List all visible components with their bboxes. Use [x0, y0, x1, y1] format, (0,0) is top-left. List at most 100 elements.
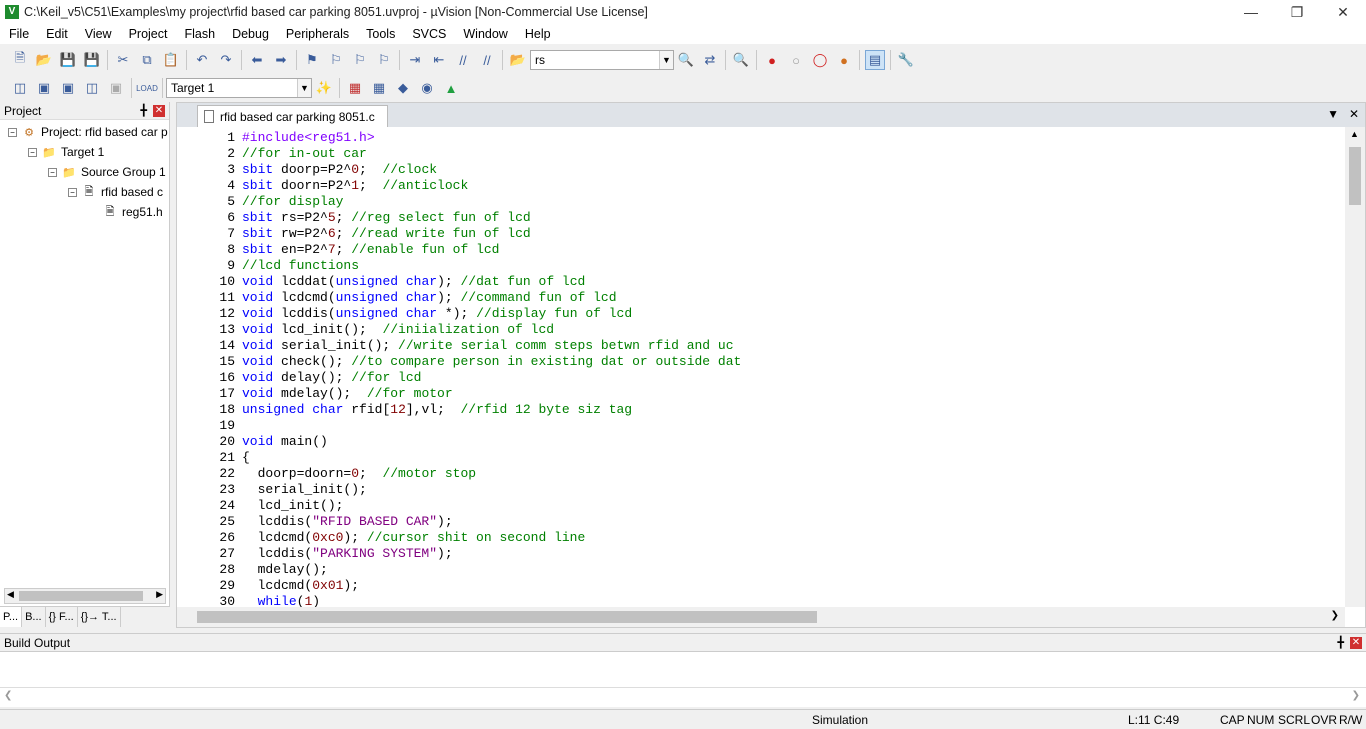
code-line[interactable]: 28 mdelay();	[177, 562, 1345, 578]
find-in-files-icon[interactable]: 📂	[508, 50, 528, 70]
code-text[interactable]: sbit rs=P2^5; //reg select fun of lcd	[242, 210, 531, 226]
close-icon[interactable]: ✕	[1320, 0, 1366, 24]
scroll-thumb[interactable]	[197, 611, 817, 623]
code-line[interactable]: 19	[177, 418, 1345, 434]
menu-flash[interactable]: Flash	[175, 27, 223, 41]
code-line[interactable]: 14 void serial_init(); //write serial com…	[177, 338, 1345, 354]
window-layout-icon[interactable]: ▤	[865, 50, 885, 70]
code-line[interactable]: 21 {	[177, 450, 1345, 466]
code-text[interactable]: void main()	[242, 434, 328, 450]
chevron-down-icon[interactable]: ▼	[659, 51, 673, 69]
code-text[interactable]: serial_init();	[242, 482, 367, 498]
breakpoint-enable-icon[interactable]: ○	[786, 50, 806, 70]
code-line[interactable]: 10 void lcddat(unsigned char); //dat fun …	[177, 274, 1345, 290]
target-options-icon[interactable]: ✨	[314, 78, 334, 98]
save-all-icon[interactable]: 💾	[82, 50, 102, 70]
translate-icon[interactable]: ◫	[10, 78, 30, 98]
uncomment-icon[interactable]: //	[477, 50, 497, 70]
stop-build-icon[interactable]: ▣	[106, 78, 126, 98]
code-line[interactable]: 15 void check(); //to compare person in e…	[177, 354, 1345, 370]
code-line[interactable]: 2 //for in-out car	[177, 146, 1345, 162]
tree-item-source-file[interactable]: − 🗎 rfid based c	[68, 182, 163, 202]
code-text[interactable]: lcd_init();	[242, 498, 344, 514]
scroll-left-icon[interactable]: ❮	[4, 690, 12, 701]
code-text[interactable]: while(1)	[242, 594, 320, 608]
code-text[interactable]: void check(); //to compare person in exi…	[242, 354, 741, 370]
close-tab-icon[interactable]: ✕	[1349, 107, 1359, 121]
undo-icon[interactable]: ↶	[192, 50, 212, 70]
copy-icon[interactable]: ⧉	[137, 50, 157, 70]
code-text[interactable]: sbit doorp=P2^0; //clock	[242, 162, 437, 178]
find-combo[interactable]: rs ▼	[530, 50, 674, 70]
comment-icon[interactable]: //	[453, 50, 473, 70]
pin-icon[interactable]: ╋	[140, 104, 147, 117]
code-line[interactable]: 8 sbit en=P2^7; //enable fun of lcd	[177, 242, 1345, 258]
tab-functions[interactable]: {} F...	[46, 607, 78, 627]
code-text[interactable]: //for in-out car	[242, 146, 367, 162]
code-text[interactable]: void delay(); //for lcd	[242, 370, 421, 386]
restore-icon[interactable]: ❐	[1274, 0, 1320, 24]
replace-icon[interactable]: ⇄	[700, 50, 720, 70]
menu-tools[interactable]: Tools	[357, 27, 403, 41]
code-text[interactable]: lcdcmd(0xc0); //cursor shit on second li…	[242, 530, 586, 546]
find-icon[interactable]: 🔍	[676, 50, 696, 70]
menu-window[interactable]: Window	[454, 27, 515, 41]
menu-debug[interactable]: Debug	[223, 27, 277, 41]
code-line[interactable]: 12 void lcddis(unsigned char *); //displa…	[177, 306, 1345, 322]
scroll-right-icon[interactable]: ❯	[1352, 690, 1360, 701]
code-line[interactable]: 16 void delay(); //for lcd	[177, 370, 1345, 386]
code-line[interactable]: 30 while(1)	[177, 594, 1345, 608]
save-icon[interactable]: 💾	[58, 50, 78, 70]
paste-icon[interactable]: 📋	[161, 50, 181, 70]
code-line[interactable]: 18 unsigned char rfid[12],vl; //rfid 12 b…	[177, 402, 1345, 418]
code-line[interactable]: 29 lcdcmd(0x01);	[177, 578, 1345, 594]
tree-item-source-group[interactable]: − 📁 Source Group 1	[48, 162, 166, 182]
code-text[interactable]: sbit rw=P2^6; //read write fun of lcd	[242, 226, 531, 242]
navigate-back-icon[interactable]: ⬅	[247, 50, 267, 70]
code-line[interactable]: 22 doorp=doorn=0; //motor stop	[177, 466, 1345, 482]
code-line[interactable]: 25 lcddis("RFID BASED CAR");	[177, 514, 1345, 530]
code-text[interactable]: lcddis("PARKING SYSTEM");	[242, 546, 453, 562]
code-text[interactable]: void serial_init(); //write serial comm …	[242, 338, 734, 354]
scroll-right-icon[interactable]: ❯	[1331, 610, 1339, 621]
code-text[interactable]: void lcddat(unsigned char); //dat fun of…	[242, 274, 585, 290]
menu-edit[interactable]: Edit	[37, 27, 76, 41]
open-file-icon[interactable]: 📂	[34, 50, 54, 70]
bookmark-next-icon[interactable]: ⚐	[350, 50, 370, 70]
breakpoint-insert-icon[interactable]: ●	[762, 50, 782, 70]
collapse-icon[interactable]: −	[68, 187, 77, 197]
redo-icon[interactable]: ↷	[216, 50, 236, 70]
code-text[interactable]: unsigned char rfid[12],vl; //rfid 12 byt…	[242, 402, 632, 418]
code-text[interactable]: //lcd functions	[242, 258, 359, 274]
tab-project[interactable]: P...	[0, 607, 23, 627]
tree-item-project[interactable]: − ⚙ Project: rfid based car p	[8, 122, 168, 142]
menu-project[interactable]: Project	[120, 27, 176, 41]
menu-svcs[interactable]: SVCS	[403, 27, 454, 41]
editor-vertical-scrollbar[interactable]: ▲	[1345, 127, 1365, 607]
build-output-text[interactable]	[0, 652, 1366, 688]
indent-icon[interactable]: ⇥	[405, 50, 425, 70]
manage-rte-icon[interactable]: ▦	[369, 78, 389, 98]
tab-list-dropdown-icon[interactable]: ▼	[1327, 107, 1339, 121]
scroll-thumb[interactable]	[1349, 147, 1361, 205]
code-line[interactable]: 24 lcd_init();	[177, 498, 1345, 514]
code-text[interactable]: lcddis("RFID BASED CAR");	[242, 514, 453, 530]
code-text[interactable]: sbit en=P2^7; //enable fun of lcd	[242, 242, 499, 258]
configure-icon[interactable]: 🔧	[896, 50, 916, 70]
tree-item-header-file[interactable]: 🗎 reg51.h	[102, 202, 163, 222]
code-line[interactable]: 26 lcdcmd(0xc0); //cursor shit on second…	[177, 530, 1345, 546]
close-icon[interactable]: ✕	[153, 105, 165, 117]
cut-icon[interactable]: ✂	[113, 50, 133, 70]
collapse-icon[interactable]: −	[28, 147, 37, 157]
download-icon[interactable]: LOAD	[136, 78, 158, 98]
build-icon[interactable]: ▣	[34, 78, 54, 98]
tree-item-target[interactable]: − 📁 Target 1	[28, 142, 104, 162]
build-output-scrollbar[interactable]: ❮ ❯	[0, 688, 1366, 706]
navigate-forward-icon[interactable]: ➡	[271, 50, 291, 70]
menu-peripherals[interactable]: Peripherals	[277, 27, 357, 41]
batch-build-icon[interactable]: ◫	[82, 78, 102, 98]
menu-file[interactable]: File	[0, 27, 37, 41]
tab-books[interactable]: B...	[22, 607, 46, 627]
code-line[interactable]: 23 serial_init();	[177, 482, 1345, 498]
code-text[interactable]: mdelay();	[242, 562, 328, 578]
